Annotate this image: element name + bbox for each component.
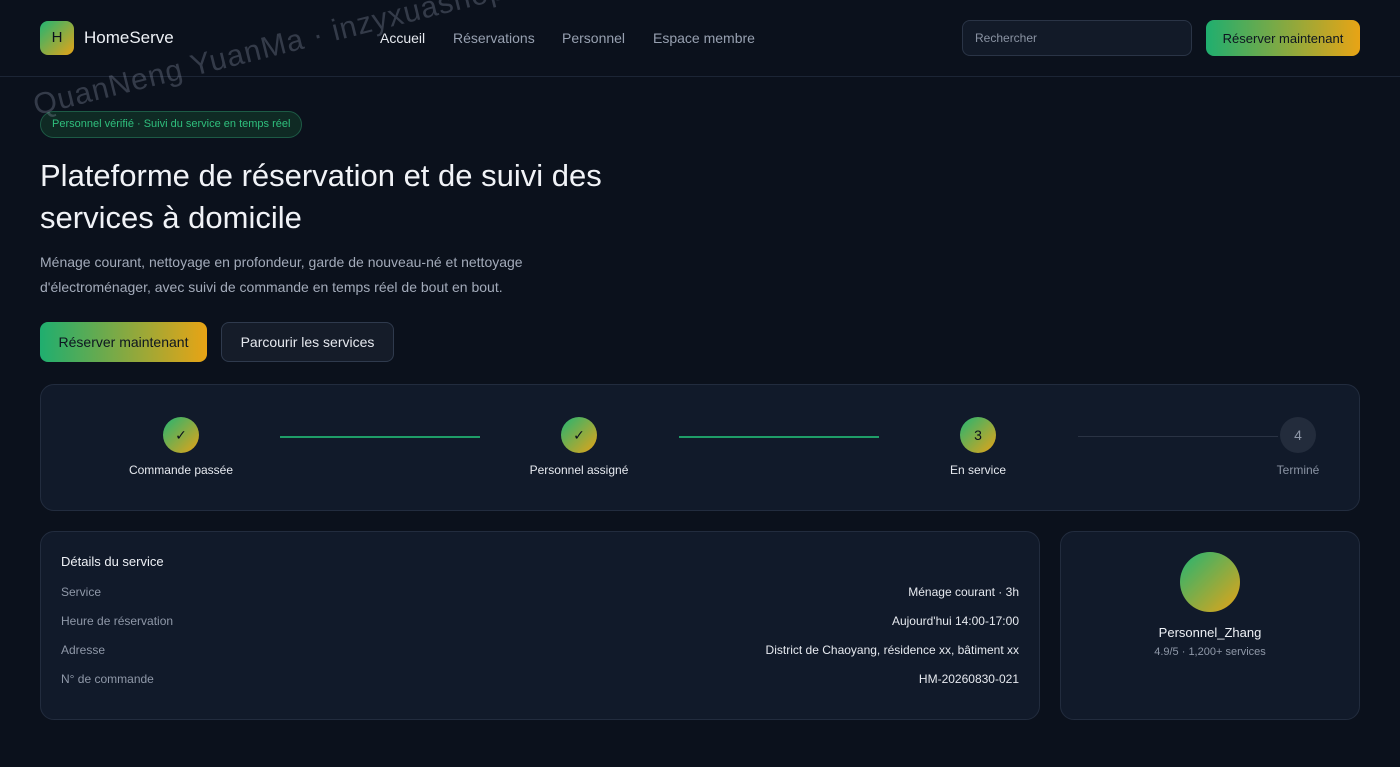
brand-logo[interactable]: H	[40, 21, 74, 55]
step-connector-2	[679, 436, 879, 438]
detail-row-booking-time: Heure de réservation Aujourd'hui 14:00-1…	[61, 614, 1019, 630]
service-details-card: Détails du service Service Ménage couran…	[40, 531, 1040, 720]
nav-item-personnel[interactable]: Personnel	[562, 30, 625, 46]
avatar	[1180, 552, 1240, 612]
detail-key: N° de commande	[61, 672, 154, 686]
staff-name: Personnel_Zhang	[1158, 625, 1262, 640]
service-details-title: Détails du service	[61, 554, 164, 569]
hero-subtitle: Ménage courant, nettoyage en profondeur,…	[40, 254, 523, 295]
nav-item-reservations[interactable]: Réservations	[453, 30, 535, 46]
browse-services-button[interactable]: Parcourir les services	[221, 322, 394, 362]
detail-row-service: Service Ménage courant · 3h	[61, 585, 1019, 601]
search-input[interactable]	[962, 20, 1192, 56]
book-now-button[interactable]: Réserver maintenant	[40, 322, 207, 362]
detail-value: District de Chaoyang, résidence xx, bâti…	[765, 643, 1019, 657]
detail-key: Service	[61, 585, 102, 599]
detail-key: Adresse	[61, 643, 106, 657]
step-1-label: Commande passée	[128, 463, 234, 477]
detail-value: Ménage courant · 3h	[908, 585, 1019, 599]
step-4-marker: 4	[1280, 417, 1316, 453]
assigned-staff-card[interactable]: Personnel_Zhang 4.9/5 · 1,200+ services	[1060, 531, 1360, 720]
nav-item-accueil[interactable]: Accueil	[380, 30, 425, 46]
detail-row-address: Adresse District de Chaoyang, résidence …	[61, 643, 1019, 659]
detail-key: Heure de réservation	[61, 614, 174, 628]
step-3-label: En service	[949, 463, 1007, 477]
step-connector-3	[1078, 436, 1278, 437]
detail-value: HM-20260830-021	[918, 672, 1019, 686]
step-2-check-icon: ✓	[561, 417, 597, 453]
nav-item-espace-membre[interactable]: Espace membre	[653, 30, 755, 46]
order-progress-tracker: ✓ Commande passée ✓ Personnel assigné 3 …	[40, 384, 1360, 511]
detail-row-order-number: N° de commande HM-20260830-021	[61, 672, 1019, 688]
staff-rating: 4.9/5 · 1,200+ services	[1154, 646, 1266, 658]
top-navigation-bar: H HomeServe Accueil Réservations Personn…	[0, 0, 1400, 77]
book-now-header-button[interactable]: Réserver maintenant	[1206, 20, 1360, 56]
verified-badge: Personnel vérifié · Suivi du service en …	[40, 111, 303, 138]
page-title: Plateforme de réservation et de suivi de…	[40, 158, 602, 235]
detail-value: Aujourd'hui 14:00-17:00	[891, 614, 1019, 628]
brand-name[interactable]: HomeServe	[84, 28, 174, 48]
step-2-label: Personnel assigné	[529, 463, 629, 477]
step-1-check-icon: ✓	[163, 417, 199, 453]
step-4-label: Terminé	[1276, 463, 1320, 477]
step-connector-1	[280, 436, 480, 438]
step-3-marker: 3	[960, 417, 996, 453]
